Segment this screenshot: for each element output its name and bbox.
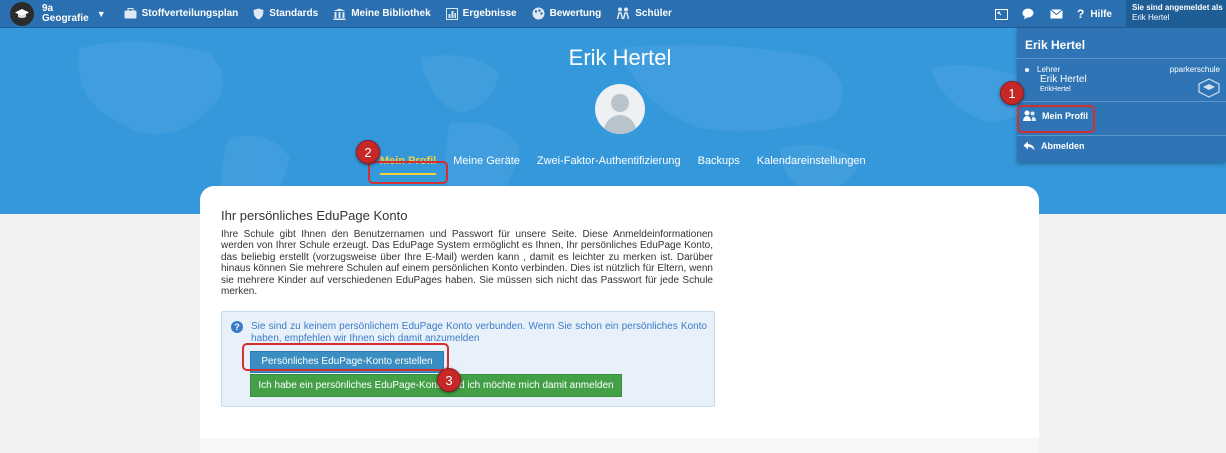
info-icon: ? xyxy=(231,321,243,333)
library-icon xyxy=(333,8,346,20)
nav-schueler[interactable]: Schüler xyxy=(616,7,672,20)
logged-in-user: Erik Hertel xyxy=(1132,13,1170,22)
nav-ergebnisse[interactable]: Ergebnisse xyxy=(445,7,517,20)
user-dropdown-menu: Erik Hertel Lehrer Erik Hertel ErikHerte… xyxy=(1017,28,1226,162)
nav-label: Standards xyxy=(269,8,319,19)
help-button[interactable]: ? Hilfe xyxy=(1077,7,1112,21)
graduation-cap-icon xyxy=(15,8,29,18)
grades-icon xyxy=(445,7,458,20)
nav-bewertung[interactable]: Bewertung xyxy=(532,7,602,20)
logout-label: Abmelden xyxy=(1041,141,1085,151)
right-tools: ? Hilfe Sie sind angemeldet als Erik Her… xyxy=(994,0,1226,28)
nav-stoffverteilungsplan[interactable]: Stoffverteilungsplan xyxy=(124,8,239,19)
shield-icon xyxy=(253,8,264,19)
dropdown-title: Erik Hertel xyxy=(1025,38,1086,52)
card-footer xyxy=(200,438,1039,453)
card-title: Ihr persönliches EduPage Konto xyxy=(221,208,408,223)
briefcase-icon xyxy=(124,8,137,19)
card-description: Ihre Schule gibt Ihnen den Benutzernamen… xyxy=(221,229,713,298)
reply-arrow-icon xyxy=(1023,141,1035,151)
divider xyxy=(1017,101,1226,102)
tab-meine-geraete[interactable]: Meine Geräte xyxy=(453,155,520,175)
messages-button[interactable] xyxy=(1022,8,1036,20)
dropdown-logout-link[interactable]: Abmelden xyxy=(1023,141,1085,151)
tab-backups[interactable]: Backups xyxy=(698,155,740,175)
mail-button[interactable] xyxy=(1050,9,1063,19)
profile-tabs: Mein Profil Meine Geräte Zwei-Faktor-Aut… xyxy=(380,155,883,175)
class-subject-selector[interactable]: 9a Geografie ▼ xyxy=(42,2,106,24)
top-navigation-bar: 9a Geografie ▼ Stoffverteilungsplan Stan… xyxy=(0,0,1226,28)
divider xyxy=(1017,58,1226,59)
school-cap-icon xyxy=(1198,78,1220,98)
class-label: 9a xyxy=(42,2,54,14)
user-role: Lehrer xyxy=(1037,65,1061,74)
nav-standards[interactable]: Standards xyxy=(253,8,318,20)
step-marker-1: 1 xyxy=(1000,81,1024,105)
highlight-mein-profil-tab xyxy=(368,161,448,184)
students-icon xyxy=(617,7,630,20)
question-mark-icon: ? xyxy=(1076,7,1085,21)
tab-zwei-faktor[interactable]: Zwei-Faktor-Authentifizierung xyxy=(537,155,681,175)
envelope-icon xyxy=(1050,9,1063,19)
highlight-create-button xyxy=(242,343,449,371)
school-name: pparkerschule xyxy=(1169,65,1220,74)
user-menu-toggle[interactable]: Sie sind angemeldet als Erik Hertel xyxy=(1126,0,1226,28)
nav-label: Stoffverteilungsplan xyxy=(141,8,239,19)
nav-meine-bibliothek[interactable]: Meine Bibliothek xyxy=(333,8,431,20)
step-marker-3: 3 xyxy=(437,368,461,392)
fullscreen-button[interactable] xyxy=(994,8,1008,20)
logged-in-as-label: Sie sind angemeldet als xyxy=(1132,3,1223,12)
divider xyxy=(1017,135,1226,136)
user-silhouette-icon xyxy=(603,94,637,134)
user-login: ErikHertel xyxy=(1040,86,1071,93)
fullscreen-icon xyxy=(994,8,1008,20)
account-card: Ihr persönliches EduPage Konto Ihre Schu… xyxy=(200,186,1039,453)
subject-label: Geografie xyxy=(42,12,89,24)
palette-icon xyxy=(532,7,545,20)
nav-label: Bewertung xyxy=(549,8,602,19)
highlight-dropdown-profil xyxy=(1017,105,1095,133)
avatar[interactable] xyxy=(595,84,645,134)
nav-label: Ergebnisse xyxy=(462,8,517,19)
caret-down-icon: ▼ xyxy=(96,8,106,19)
login-existing-account-button[interactable]: Ich habe ein persönliches EduPage-Konto … xyxy=(250,374,622,397)
dropdown-user-info[interactable]: Lehrer Erik Hertel ErikHertel xyxy=(1025,65,1087,95)
user-name: Erik Hertel xyxy=(1040,74,1087,85)
tab-kalendareinstellungen[interactable]: Kalendareinstellungen xyxy=(757,155,866,175)
nav-label: Meine Bibliothek xyxy=(351,8,431,19)
nav-label: Schüler xyxy=(635,8,672,19)
main-nav: Stoffverteilungsplan Standards Meine Bib… xyxy=(124,7,687,20)
bullet-icon xyxy=(1025,67,1029,72)
info-text: Sie sind zu keinem persönlichem EduPage … xyxy=(251,321,707,344)
step-marker-2: 2 xyxy=(356,140,380,164)
edupage-logo[interactable] xyxy=(10,1,34,26)
help-label: Hilfe xyxy=(1090,8,1112,20)
chat-bubble-icon xyxy=(1022,8,1034,20)
